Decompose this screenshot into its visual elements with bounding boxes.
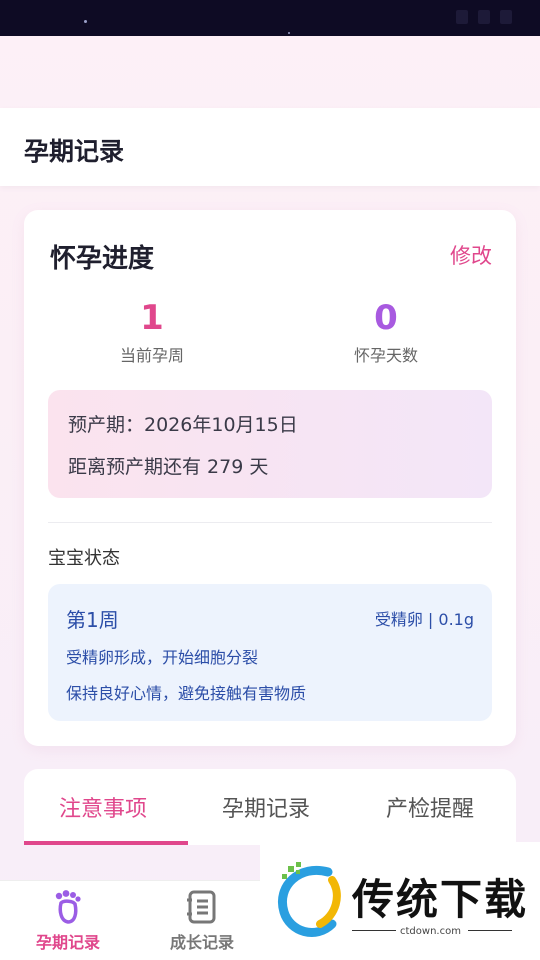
signal-icon bbox=[456, 10, 468, 24]
battery-icon bbox=[500, 10, 512, 24]
notebook-icon bbox=[187, 890, 216, 924]
pregnant-days-stat: 0 怀孕天数 bbox=[286, 298, 486, 366]
tab-checkup-reminders[interactable]: 产检提醒 bbox=[386, 791, 474, 823]
baby-size: 受精卵 | 0.1g bbox=[374, 610, 474, 629]
baby-tip: 保持良好心情，避免接触有害物质 bbox=[66, 684, 307, 703]
page-title: 孕期记录 bbox=[24, 137, 125, 166]
tab-pregnancy-records[interactable]: 孕期记录 bbox=[222, 791, 310, 823]
status-bar bbox=[0, 0, 540, 36]
baby-week: 第1周 bbox=[66, 608, 119, 632]
watermark-title: 传统下载 bbox=[352, 875, 529, 924]
baby-status-title: 宝宝状态 bbox=[48, 548, 120, 569]
star-decoration bbox=[288, 32, 290, 34]
site-logo bbox=[278, 862, 341, 937]
edit-button[interactable]: 修改 bbox=[450, 240, 492, 270]
nav-item-growth-records[interactable]: 成长记录 bbox=[152, 889, 252, 953]
divider bbox=[48, 522, 492, 523]
current-week-label: 当前孕周 bbox=[119, 346, 184, 365]
footprint-icon bbox=[55, 890, 81, 924]
watermark-url: ctdown.com bbox=[400, 926, 461, 937]
star-decoration bbox=[84, 20, 87, 23]
current-week-stat: 1 当前孕周 bbox=[52, 298, 252, 366]
countdown-text: 距离预产期还有 279 天 bbox=[68, 456, 269, 478]
nav-item-pregnancy-records[interactable]: 孕期记录 bbox=[18, 889, 118, 953]
pregnant-days-label: 怀孕天数 bbox=[353, 346, 418, 365]
pregnancy-progress-card: 怀孕进度 修改 1 当前孕周 0 怀孕天数 预产期：2026年10月15日 距离… bbox=[24, 210, 516, 746]
wifi-icon bbox=[478, 10, 490, 24]
tab-precautions[interactable]: 注意事项 bbox=[59, 791, 147, 823]
status-icons bbox=[456, 10, 512, 24]
nav-label: 孕期记录 bbox=[35, 933, 100, 952]
current-week-value: 1 bbox=[140, 298, 164, 338]
progress-card-title: 怀孕进度 bbox=[50, 244, 155, 274]
app-header: 孕期记录 bbox=[0, 108, 540, 186]
active-tab-indicator bbox=[24, 841, 188, 845]
tab-bar: 注意事项 孕期记录 产检提醒 bbox=[24, 769, 516, 845]
due-date-box: 预产期：2026年10月15日 距离预产期还有 279 天 bbox=[48, 390, 492, 498]
pregnant-days-value: 0 bbox=[374, 298, 398, 338]
baby-status-box: 第1周 受精卵 | 0.1g 受精卵形成，开始细胞分裂 保持良好心情，避免接触有… bbox=[48, 584, 492, 721]
watermark-overlay: 传统下载 ctdown.com bbox=[260, 842, 540, 960]
baby-development: 受精卵形成，开始细胞分裂 bbox=[66, 648, 259, 667]
due-date-text: 预产期：2026年10月15日 bbox=[68, 414, 298, 436]
nav-label: 成长记录 bbox=[169, 933, 234, 952]
